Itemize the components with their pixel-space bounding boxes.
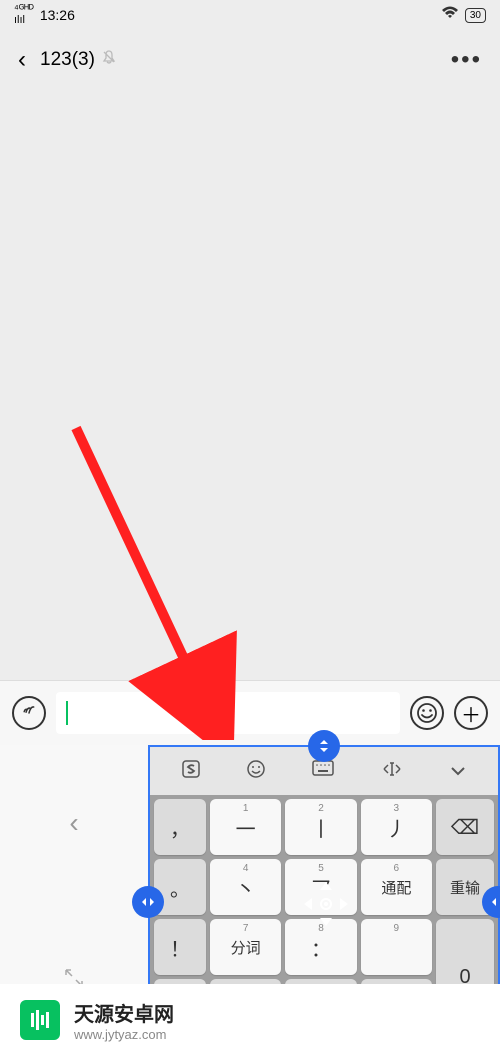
watermark: 天源安卓网 www.jytyaz.com <box>0 984 500 1056</box>
prev-icon: ‹ <box>0 745 148 901</box>
nav-bar: ‹ 123(3) ••• <box>0 30 500 90</box>
watermark-url: www.jytyaz.com <box>74 1027 174 1042</box>
sogou-icon[interactable] <box>181 759 201 784</box>
chat-area[interactable] <box>0 90 500 680</box>
key-9[interactable]: 9 <box>361 919 432 975</box>
move-cross-icon[interactable] <box>300 878 352 930</box>
status-bar: ⁴ᴳᴴᴰılıl 13:26 30 <box>0 0 500 30</box>
key-3[interactable]: 3丿 <box>361 799 432 855</box>
resize-handle-top[interactable] <box>308 730 340 762</box>
message-input[interactable] <box>56 692 400 734</box>
wifi-icon <box>441 6 459 25</box>
key-2[interactable]: 2丨 <box>285 799 356 855</box>
back-button[interactable]: ‹ <box>18 46 26 74</box>
status-time: 13:26 <box>40 7 75 23</box>
key-6[interactable]: 6通配 <box>361 859 432 915</box>
voice-button[interactable] <box>12 696 46 730</box>
emoji-button[interactable] <box>410 696 444 730</box>
watermark-logo-icon <box>20 1000 60 1040</box>
kb-emoji-icon[interactable] <box>246 759 266 784</box>
more-button[interactable]: ••• <box>451 46 482 74</box>
keyboard-layout-icon[interactable] <box>312 760 334 783</box>
key-backspace[interactable]: ⌫ <box>436 799 494 855</box>
key-exclaim[interactable]: ！ <box>154 919 206 975</box>
plus-button[interactable]: ＋ <box>454 696 488 730</box>
chat-title: 123(3) <box>40 49 95 71</box>
key-comma[interactable]: ， <box>154 799 206 855</box>
network-icon: ⁴ᴳᴴᴰılıl <box>14 4 34 26</box>
chevron-down-icon[interactable] <box>449 761 467 782</box>
watermark-title: 天源安卓网 <box>74 998 174 1027</box>
battery-icon: 30 <box>465 8 486 23</box>
key-1[interactable]: 1一 <box>210 799 281 855</box>
key-4[interactable]: 4丶 <box>210 859 281 915</box>
cursor-move-icon[interactable] <box>380 760 404 783</box>
key-7[interactable]: 7分词 <box>210 919 281 975</box>
mute-icon <box>101 49 117 71</box>
input-bar: ＋ <box>0 680 500 745</box>
resize-handle-left[interactable] <box>132 886 164 918</box>
